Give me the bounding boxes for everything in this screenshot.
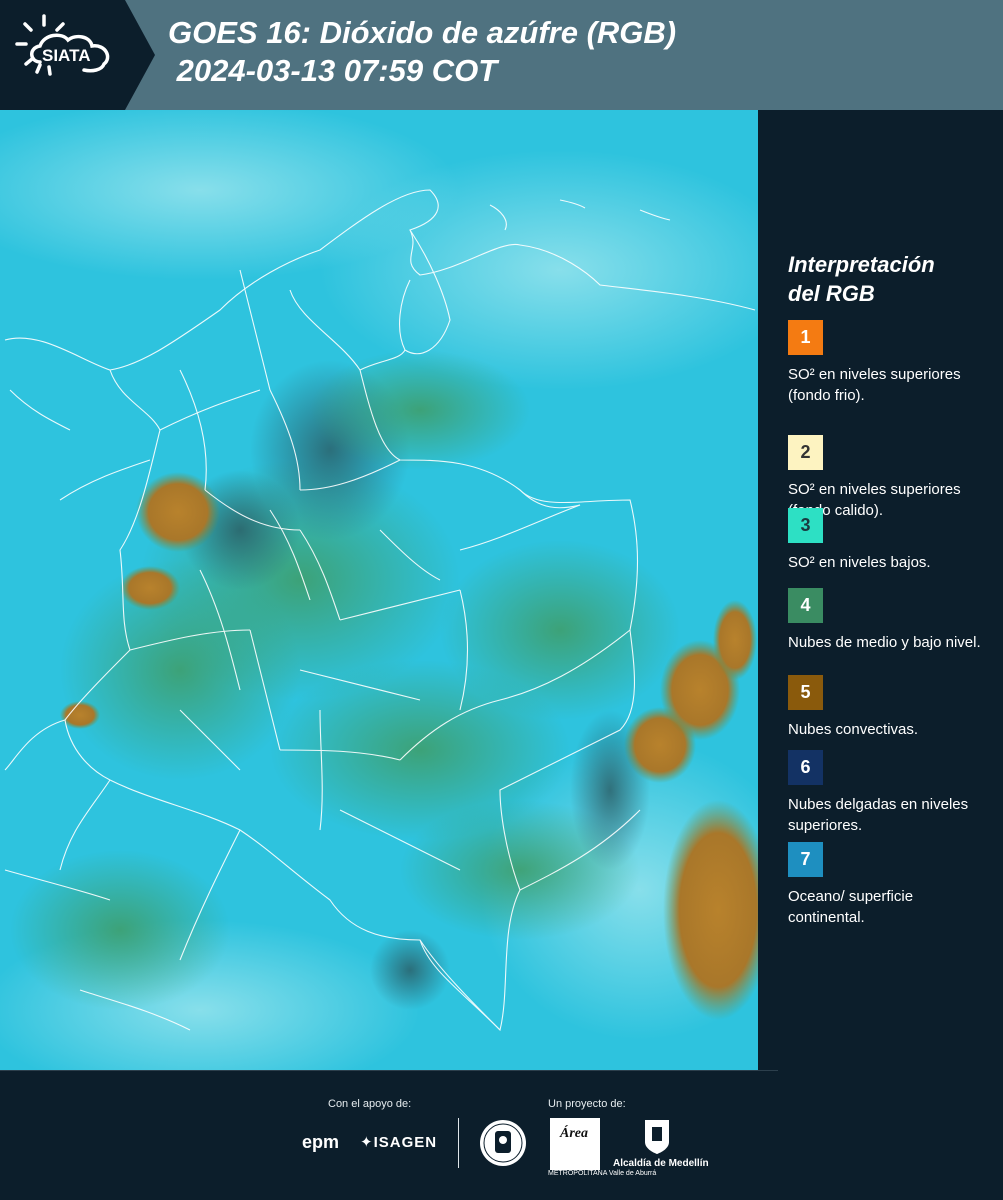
legend-swatch: 2 (788, 435, 823, 470)
legend-description: Nubes delgadas en niveles superiores. (788, 796, 969, 834)
project-label: Un proyecto de: (548, 1098, 626, 1110)
siata-logo[interactable]: SIATA (0, 0, 155, 110)
legend-item-5: 5 Nubes convectivas. (788, 675, 993, 740)
legend-description: Oceano/ superficie continental. (788, 888, 914, 926)
legend-description: SO² en niveles superiores (fondo frio). (788, 366, 961, 404)
satellite-map[interactable] (0, 110, 758, 1070)
legend-swatch: 6 (788, 750, 823, 785)
legend-title-line2: del RGB (788, 281, 875, 306)
title-product: GOES 16: Dióxido de azúfre (RGB) (168, 15, 677, 50)
isagen-logo[interactable]: ✦ISAGEN (360, 1133, 437, 1151)
page-title: GOES 16: Dióxido de azúfre (RGB) 2024-03… (168, 14, 676, 90)
svg-text:SIATA: SIATA (42, 46, 90, 65)
legend-title-line1: Interpretación (788, 252, 935, 277)
isagen-text: ISAGEN (373, 1134, 438, 1151)
legend-item-7: 7 Oceano/ superficie continental. (788, 842, 993, 928)
legend-description: Nubes convectivas. (788, 721, 919, 738)
legend-item-4: 4 Nubes de medio y bajo nivel. (788, 588, 993, 653)
title-timestamp: 2024-03-13 07:59 COT (168, 53, 498, 88)
area-metropolitana-logo[interactable]: Área (550, 1118, 600, 1170)
legend-swatch: 4 (788, 588, 823, 623)
medellin-seal-icon[interactable] (478, 1118, 528, 1168)
alcaldia-medellin-logo-text: Alcaldía de Medellín (613, 1158, 709, 1169)
area-metropolitana-subtitle: METROPOLITANA Valle de Aburrá (548, 1170, 657, 1177)
header-bar: SIATA GOES 16: Dióxido de azúfre (RGB) 2… (0, 0, 1003, 110)
legend-swatch: 5 (788, 675, 823, 710)
epm-logo[interactable]: epm (302, 1132, 339, 1153)
legend-item-3: 3 SO² en niveles bajos. (788, 508, 993, 573)
support-label: Con el apoyo de: (328, 1098, 412, 1110)
isagen-mark-icon: ✦ (360, 1134, 374, 1151)
legend-swatch: 1 (788, 320, 823, 355)
alcaldia-shield-icon[interactable] (643, 1118, 671, 1156)
legend-swatch: 7 (788, 842, 823, 877)
legend-item-6: 6 Nubes delgadas en niveles superiores. (788, 750, 993, 836)
footer: Con el apoyo de: Un proyecto de: epm ✦IS… (0, 1070, 1003, 1200)
legend-item-1: 1 SO² en niveles superiores (fondo frio). (788, 320, 993, 406)
legend-title: Interpretación del RGB (788, 250, 993, 308)
area-logo-word: Área (560, 1126, 588, 1141)
legend-description: Nubes de medio y bajo nivel. (788, 634, 981, 651)
legend-swatch: 3 (788, 508, 823, 543)
footer-divider-line (0, 1070, 778, 1071)
rgb-legend: Interpretación del RGB 1 SO² en niveles s… (788, 250, 993, 926)
logo-divider (458, 1118, 459, 1168)
legend-description: SO² en niveles bajos. (788, 554, 931, 571)
